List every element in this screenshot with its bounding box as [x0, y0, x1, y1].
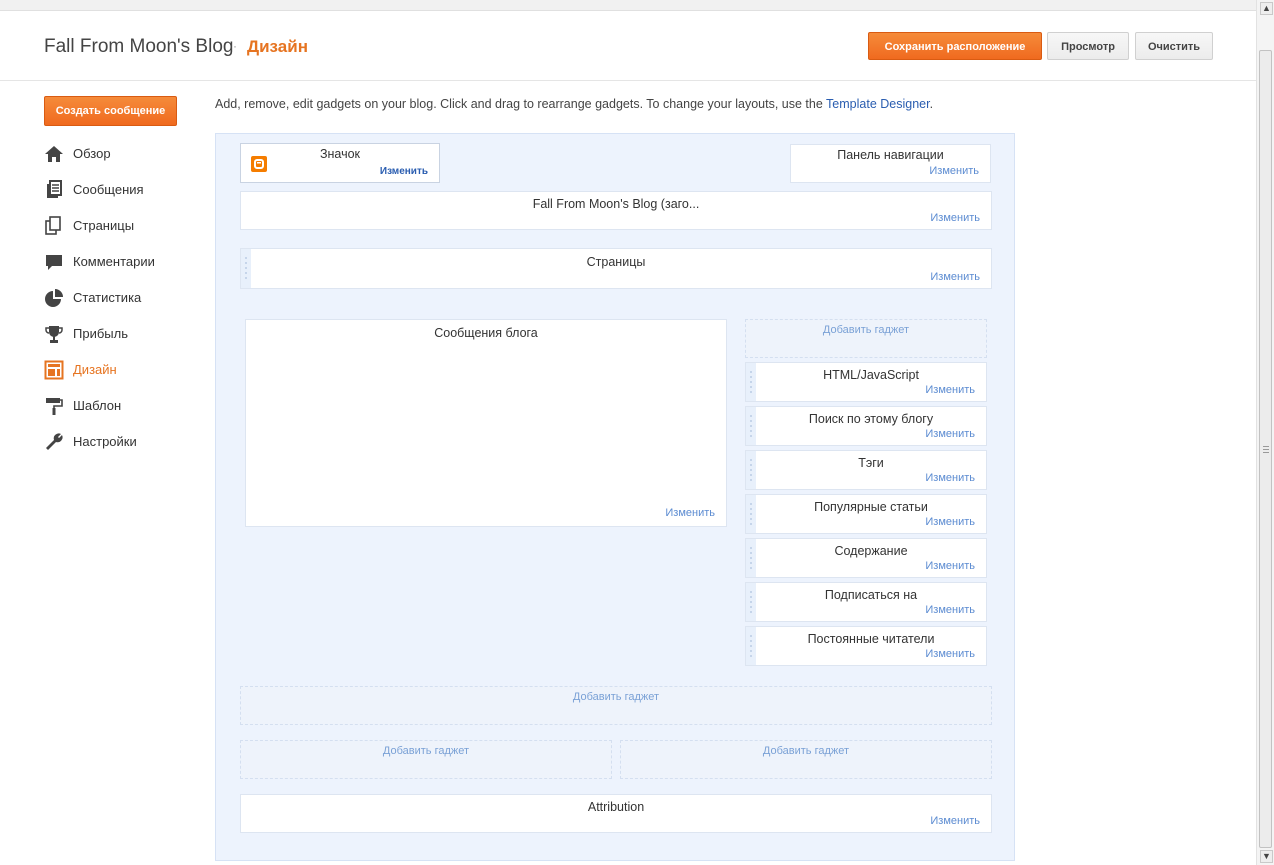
edit-link[interactable]: Изменить: [925, 516, 975, 528]
page-header: Fall From Moon's Blog · Дизайн Сохранить…: [0, 11, 1256, 81]
add-gadget-sidebar[interactable]: Добавить гаджет: [745, 319, 987, 358]
add-gadget-footer-left[interactable]: Добавить гаджет: [240, 740, 612, 779]
posts-icon: [44, 180, 64, 200]
sidebar-item-label: Сообщения: [73, 182, 144, 197]
scroll-down-icon[interactable]: ▼: [1260, 850, 1273, 863]
sidebar-item-stats[interactable]: Статистика: [44, 288, 194, 310]
edit-link[interactable]: Изменить: [925, 428, 975, 440]
edit-link[interactable]: Изменить: [929, 165, 979, 177]
sidebar-item-label: Обзор: [73, 146, 111, 161]
edit-link[interactable]: Изменить: [665, 507, 715, 519]
pie-chart-icon: [44, 288, 64, 308]
sidebar-item-layout[interactable]: Дизайн: [44, 360, 194, 382]
gadget-search[interactable]: Поиск по этому блогу Изменить: [745, 406, 987, 446]
edit-link[interactable]: Изменить: [380, 166, 428, 177]
edit-link[interactable]: Изменить: [925, 648, 975, 660]
sidebar-item-overview[interactable]: Обзор: [44, 144, 194, 166]
home-icon: [44, 144, 64, 164]
drag-handle[interactable]: [746, 363, 756, 401]
sidebar-item-comments[interactable]: Комментарии: [44, 252, 194, 274]
sidebar-item-label: Страницы: [73, 218, 135, 233]
title-separator: ·: [233, 39, 237, 53]
preview-button[interactable]: Просмотр: [1047, 32, 1129, 60]
sidebar-item-label: Настройки: [73, 434, 137, 449]
gadget-title: Тэги: [858, 456, 884, 470]
edit-link[interactable]: Изменить: [930, 212, 980, 224]
drag-handle[interactable]: [746, 539, 756, 577]
gadget-header[interactable]: Fall From Moon's Blog (заго... Изменить: [240, 191, 992, 230]
template-designer-link[interactable]: Template Designer: [826, 97, 930, 111]
browser-top-strip: [0, 0, 1256, 11]
gadget-tags[interactable]: Тэги Изменить: [745, 450, 987, 490]
layout-canvas: Значок Изменить Панель навигации Изменит…: [215, 133, 1015, 861]
gadget-title: Популярные статьи: [814, 500, 928, 514]
intro-text: Add, remove, edit gadgets on your blog. …: [215, 97, 934, 111]
edit-link[interactable]: Изменить: [925, 604, 975, 616]
gadget-contents[interactable]: Содержание Изменить: [745, 538, 987, 578]
sidebar-item-earnings[interactable]: Прибыль: [44, 324, 194, 346]
sidebar-item-label: Статистика: [73, 290, 142, 305]
drag-handle[interactable]: [746, 627, 756, 665]
edit-link[interactable]: Изменить: [925, 472, 975, 484]
clear-button[interactable]: Очистить: [1135, 32, 1213, 60]
gadget-title: Страницы: [586, 255, 646, 269]
trophy-icon: [44, 324, 64, 344]
add-gadget-footer-right[interactable]: Добавить гаджет: [620, 740, 992, 779]
drag-handle[interactable]: [746, 451, 756, 489]
sidebar-item-pages[interactable]: Страницы: [44, 216, 194, 238]
drag-handle[interactable]: [746, 583, 756, 621]
sidebar-item-posts[interactable]: Сообщения: [44, 180, 194, 202]
gadget-pages[interactable]: Страницы Изменить: [240, 248, 992, 289]
paint-roller-icon: [44, 396, 64, 416]
gadget-title: Сообщения блога: [434, 326, 538, 340]
gadget-title: HTML/JavaScript: [823, 368, 919, 382]
add-gadget-link[interactable]: Добавить гаджет: [241, 691, 991, 703]
gadget-subscribe[interactable]: Подписаться на Изменить: [745, 582, 987, 622]
drag-handle[interactable]: [746, 495, 756, 533]
gadget-blog-posts[interactable]: Сообщения блога Изменить: [245, 319, 727, 527]
scroll-thumb[interactable]: [1259, 50, 1272, 848]
gadget-title: Значок: [319, 147, 361, 161]
sidebar-item-label: Дизайн: [73, 362, 117, 377]
sidebar-item-template[interactable]: Шаблон: [44, 396, 194, 418]
gadget-title: Fall From Moon's Blog (заго...: [532, 197, 700, 211]
gadget-followers[interactable]: Постоянные читатели Изменить: [745, 626, 987, 666]
add-gadget-link[interactable]: Добавить гаджет: [746, 324, 986, 336]
save-layout-button[interactable]: Сохранить расположение: [868, 32, 1042, 60]
gadget-navbar[interactable]: Панель навигации Изменить: [790, 144, 991, 183]
gadget-title: Поиск по этому блогу: [808, 412, 934, 426]
page-title: Дизайн: [247, 37, 308, 56]
gadget-html-javascript[interactable]: HTML/JavaScript Изменить: [745, 362, 987, 402]
sidebar-item-label: Прибыль: [73, 326, 128, 341]
grip-icon: [1263, 446, 1269, 454]
pages-icon: [44, 216, 64, 236]
gadget-title: Attribution: [587, 800, 645, 814]
edit-link[interactable]: Изменить: [925, 384, 975, 396]
gadget-popular-posts[interactable]: Популярные статьи Изменить: [745, 494, 987, 534]
add-gadget-link[interactable]: Добавить гаджет: [241, 745, 611, 757]
comment-icon: [44, 252, 64, 272]
sidebar-item-settings[interactable]: Настройки: [44, 432, 194, 454]
add-gadget-footer-full[interactable]: Добавить гаджет: [240, 686, 992, 725]
gadget-title: Постоянные читатели: [807, 632, 935, 646]
gadget-title: Панель навигации: [837, 148, 944, 162]
gadget-favicon[interactable]: Значок Изменить: [240, 143, 440, 183]
sidebar-item-label: Комментарии: [73, 254, 155, 269]
wrench-icon: [44, 432, 64, 452]
edit-link[interactable]: Изменить: [930, 271, 980, 283]
edit-link[interactable]: Изменить: [930, 815, 980, 827]
vertical-scrollbar[interactable]: ▲ ▼: [1256, 0, 1274, 865]
blog-title[interactable]: Fall From Moon's Blog: [44, 36, 233, 58]
sidebar-item-label: Шаблон: [73, 398, 122, 413]
create-post-button[interactable]: Создать сообщение: [44, 96, 177, 126]
add-gadget-link[interactable]: Добавить гаджет: [621, 745, 991, 757]
gadget-title: Содержание: [834, 544, 908, 558]
scroll-up-icon[interactable]: ▲: [1260, 2, 1273, 15]
gadget-title: Подписаться на: [824, 588, 918, 602]
edit-link[interactable]: Изменить: [925, 560, 975, 572]
drag-handle[interactable]: [746, 407, 756, 445]
gadget-attribution[interactable]: Attribution Изменить: [240, 794, 992, 833]
layout-icon: [44, 360, 64, 380]
